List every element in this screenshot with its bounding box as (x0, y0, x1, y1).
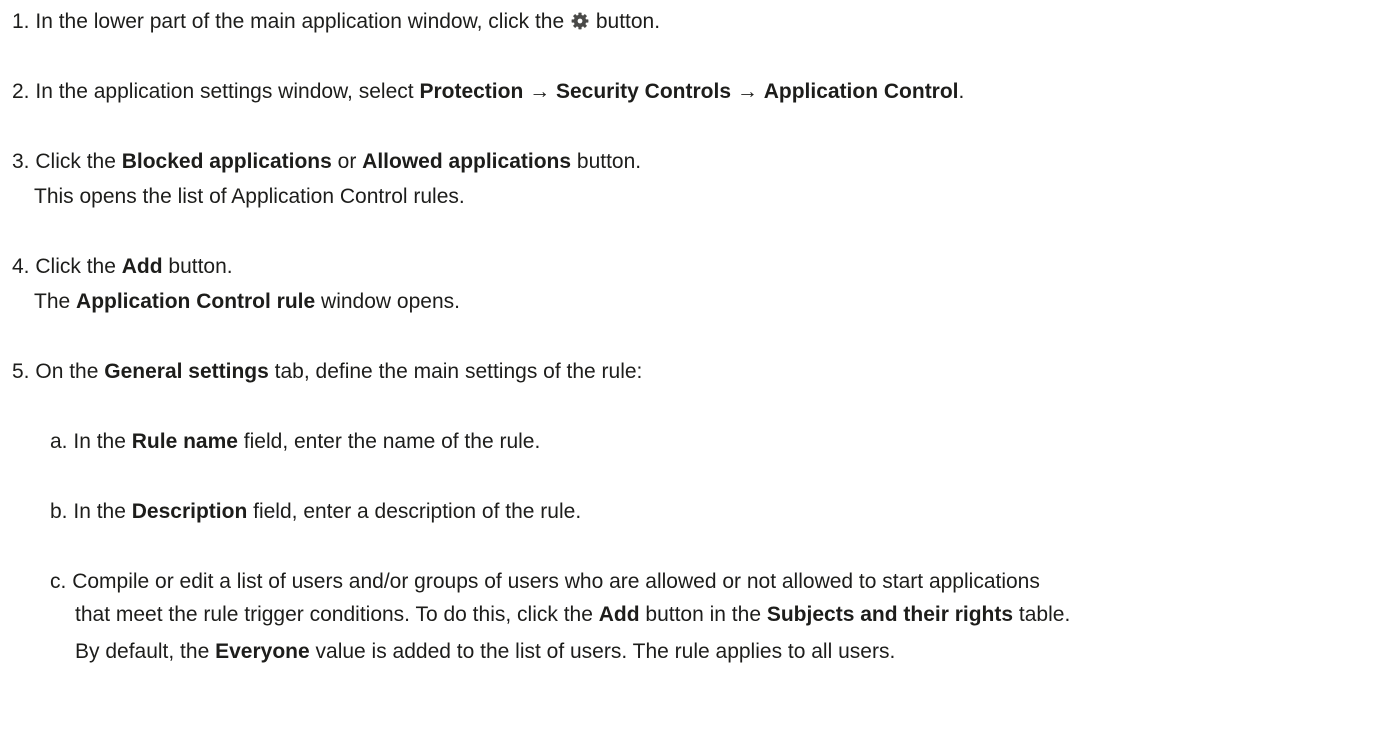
step-5-text-end: tab, define the main settings of the rul… (274, 360, 643, 383)
step-2-period: . (958, 80, 965, 103)
substep-b: b. In the Description field, enter a des… (50, 497, 581, 527)
step-2: 2. In the application settings window, s… (12, 77, 964, 107)
arrow-icon: → (736, 80, 758, 103)
step-4-number: 4. (12, 255, 30, 278)
substep-c: c. Compile or edit a list of users and/o… (50, 567, 1040, 597)
blocked-applications-label: Blocked applications (121, 150, 332, 173)
menu-application-control: Application Control (763, 80, 959, 103)
substep-c-letter: c. (50, 570, 67, 593)
step-3: 3. Click the Blocked applications or All… (12, 147, 641, 177)
step-1-text: In the lower part of the main applicatio… (35, 10, 565, 33)
step-1-number: 1. (12, 10, 30, 33)
application-control-rule-label: Application Control rule (76, 290, 316, 313)
step-2-number: 2. (12, 80, 30, 103)
step-4-text-end: button. (168, 255, 233, 278)
step-3-text: Click the (35, 150, 116, 173)
step-2-text: In the application settings window, sele… (35, 80, 414, 103)
step-1: 1. In the lower part of the main applica… (12, 7, 660, 37)
step-1-text-end: button. (595, 10, 661, 33)
step-4-text: Click the (35, 255, 116, 278)
substep-c-text-end: table. (1018, 603, 1071, 626)
menu-protection: Protection (419, 80, 524, 103)
step-3-text-end: button. (576, 150, 642, 173)
add-button-label: Add (121, 255, 163, 278)
step-4-result-text-end: window opens. (321, 290, 460, 313)
substep-c-text-mid: button in the (645, 603, 761, 626)
substep-b-text: In the (73, 500, 126, 523)
step-4-result: The Application Control rule window open… (34, 287, 460, 317)
substep-c-note: By default, the Everyone value is added … (75, 637, 895, 667)
add-button-label: Add (598, 603, 640, 626)
menu-security-controls: Security Controls (555, 80, 732, 103)
subjects-table-label: Subjects and their rights (766, 603, 1014, 626)
step-3-result: This opens the list of Application Contr… (34, 185, 465, 208)
allowed-applications-label: Allowed applications (362, 150, 572, 173)
gear-icon (571, 12, 589, 30)
substep-b-text-end: field, enter a description of the rule. (253, 500, 582, 523)
step-5: 5. On the General settings tab, define t… (12, 357, 642, 387)
substep-c-line-2: that meet the rule trigger conditions. T… (75, 600, 1070, 630)
substep-c-note-text-end: value is added to the list of users. The… (315, 640, 896, 663)
everyone-value-label: Everyone (215, 640, 310, 663)
substep-a: a. In the Rule name field, enter the nam… (50, 427, 540, 457)
step-3-or: or (337, 150, 357, 173)
step-4-result-text: The (34, 290, 71, 313)
step-5-text: On the (35, 360, 99, 383)
substep-a-letter: a. (50, 430, 68, 453)
substep-c-line-1: Compile or edit a list of users and/or g… (72, 570, 1040, 593)
step-5-number: 5. (12, 360, 30, 383)
step-4: 4. Click the Add button. (12, 252, 233, 282)
step-3-number: 3. (12, 150, 30, 173)
instruction-document: 1. In the lower part of the main applica… (0, 0, 1387, 742)
arrow-icon: → (529, 80, 551, 103)
substep-c-text: that meet the rule trigger conditions. T… (75, 603, 593, 626)
substep-b-letter: b. (50, 500, 68, 523)
rule-name-field-label: Rule name (131, 430, 238, 453)
description-field-label: Description (131, 500, 248, 523)
substep-a-text: In the (73, 430, 126, 453)
substep-c-note-text: By default, the (75, 640, 210, 663)
substep-a-text-end: field, enter the name of the rule. (243, 430, 541, 453)
general-settings-tab-label: General settings (104, 360, 269, 383)
